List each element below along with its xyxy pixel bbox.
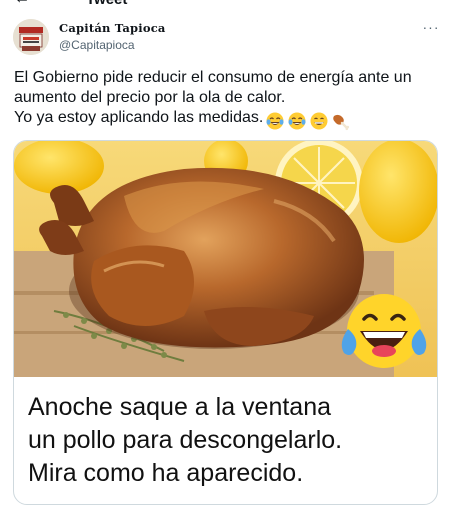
tears-of-joy-emoji — [288, 112, 306, 130]
tweet-emojis — [263, 111, 351, 131]
page-title: Tweet — [86, 0, 127, 8]
avatar[interactable] — [13, 19, 49, 55]
grinning-face-emoji — [310, 112, 328, 130]
tweet-text: El Gobierno pide reducir el consumo de e… — [14, 68, 444, 131]
tears-of-joy-emoji — [266, 112, 284, 130]
tweet-body: El Gobierno pide reducir el consumo de e… — [14, 69, 412, 126]
top-bar: ← Tweet — [0, 0, 451, 8]
author-display-name[interactable]: Capitán Tapioca — [59, 21, 166, 35]
tweet-media[interactable]: Anoche saque a la ventana un pollo para … — [13, 140, 438, 505]
author-handle[interactable]: @Capitapioca — [59, 38, 135, 52]
back-arrow-icon[interactable]: ← — [14, 0, 30, 8]
avatar-image — [13, 19, 49, 55]
poultry-leg-emoji — [333, 114, 350, 130]
media-caption: Anoche saque a la ventana un pollo para … — [28, 393, 343, 487]
more-options-icon[interactable]: ··· — [420, 18, 442, 38]
laughing-emoji — [341, 294, 427, 368]
